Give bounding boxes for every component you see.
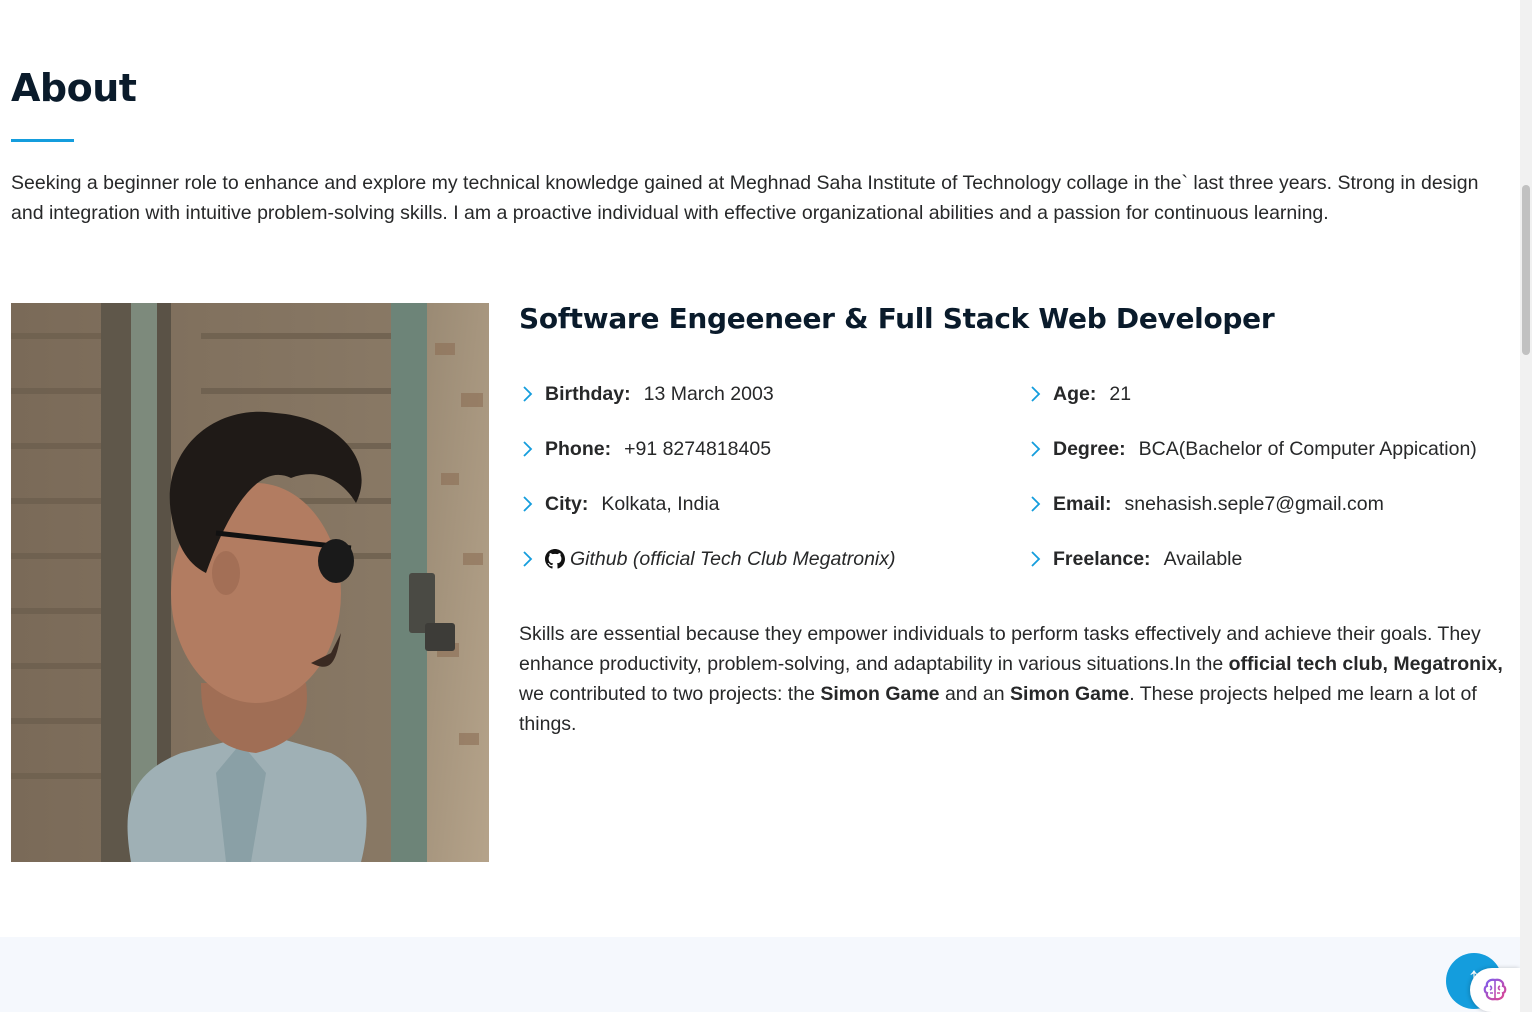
title-underline — [11, 139, 74, 142]
github-icon[interactable] — [545, 549, 565, 569]
skills-text: we contributed to two projects: the — [519, 683, 821, 705]
info-key: Degree: — [1053, 437, 1126, 460]
info-item-email: Email: snehasish.seple7@gmail.com — [1027, 488, 1384, 520]
chevron-right-icon — [523, 551, 533, 567]
info-value: Available — [1163, 547, 1243, 570]
about-section: About Seeking a beginner role to enhance… — [0, 0, 1520, 937]
info-item-age: Age: 21 — [1027, 378, 1131, 410]
info-value: 13 March 2003 — [643, 382, 774, 405]
chevron-right-icon — [523, 441, 533, 457]
info-value: +91 8274818405 — [624, 437, 772, 460]
info-item-phone: Phone: +91 8274818405 — [519, 433, 771, 465]
chevron-right-icon — [1031, 551, 1041, 567]
role-title: Software Engeeneer & Full Stack Web Deve… — [519, 302, 1275, 335]
extension-widget[interactable] — [1470, 968, 1520, 1012]
skills-bold-club: official tech club, Megatronix, — [1228, 653, 1503, 675]
page: About Seeking a beginner role to enhance… — [0, 0, 1532, 1012]
info-key: Phone: — [545, 437, 612, 460]
chevron-right-icon — [1031, 496, 1041, 512]
github-link[interactable]: Github (official Tech Club Megatronix) — [570, 548, 896, 571]
skills-bold-project: Simon Game — [1010, 683, 1130, 705]
info-value: Kolkata, India — [601, 492, 720, 515]
info-key: Freelance: — [1053, 547, 1151, 570]
skills-paragraph: Skills are essential because they empowe… — [519, 619, 1514, 739]
chevron-right-icon — [1031, 441, 1041, 457]
info-item-github[interactable]: Github (official Tech Club Megatronix) — [519, 543, 896, 575]
info-key: Birthday: — [545, 382, 631, 405]
brain-icon — [1483, 978, 1507, 1001]
info-value: snehasish.seple7@gmail.com — [1124, 492, 1384, 515]
skills-text: and an — [939, 683, 1011, 705]
scrollbar[interactable] — [1520, 0, 1532, 1012]
info-item-birthday: Birthday: 13 March 2003 — [519, 378, 774, 410]
info-item-freelance: Freelance: Available — [1027, 543, 1242, 575]
info-item-city: City: Kolkata, India — [519, 488, 720, 520]
info-key: Age: — [1053, 382, 1097, 405]
info-value: 21 — [1109, 382, 1132, 405]
info-key: City: — [545, 492, 589, 515]
skills-bold-project: Simon Game — [820, 683, 940, 705]
info-list: Birthday: 13 March 2003 Phone: +91 82748… — [519, 378, 1509, 608]
chevron-right-icon — [523, 386, 533, 402]
chevron-right-icon — [1031, 386, 1041, 402]
profile-photo — [11, 303, 489, 862]
about-intro: Seeking a beginner role to enhance and e… — [11, 172, 1479, 224]
section-title: About — [11, 66, 137, 110]
info-key: Email: — [1053, 492, 1112, 515]
info-value: BCA(Bachelor of Computer Appication) — [1138, 437, 1477, 460]
next-section — [0, 937, 1520, 1012]
scrollbar-thumb[interactable] — [1522, 185, 1530, 355]
info-item-degree: Degree: BCA(Bachelor of Computer Appicat… — [1027, 433, 1477, 465]
chevron-right-icon — [523, 496, 533, 512]
